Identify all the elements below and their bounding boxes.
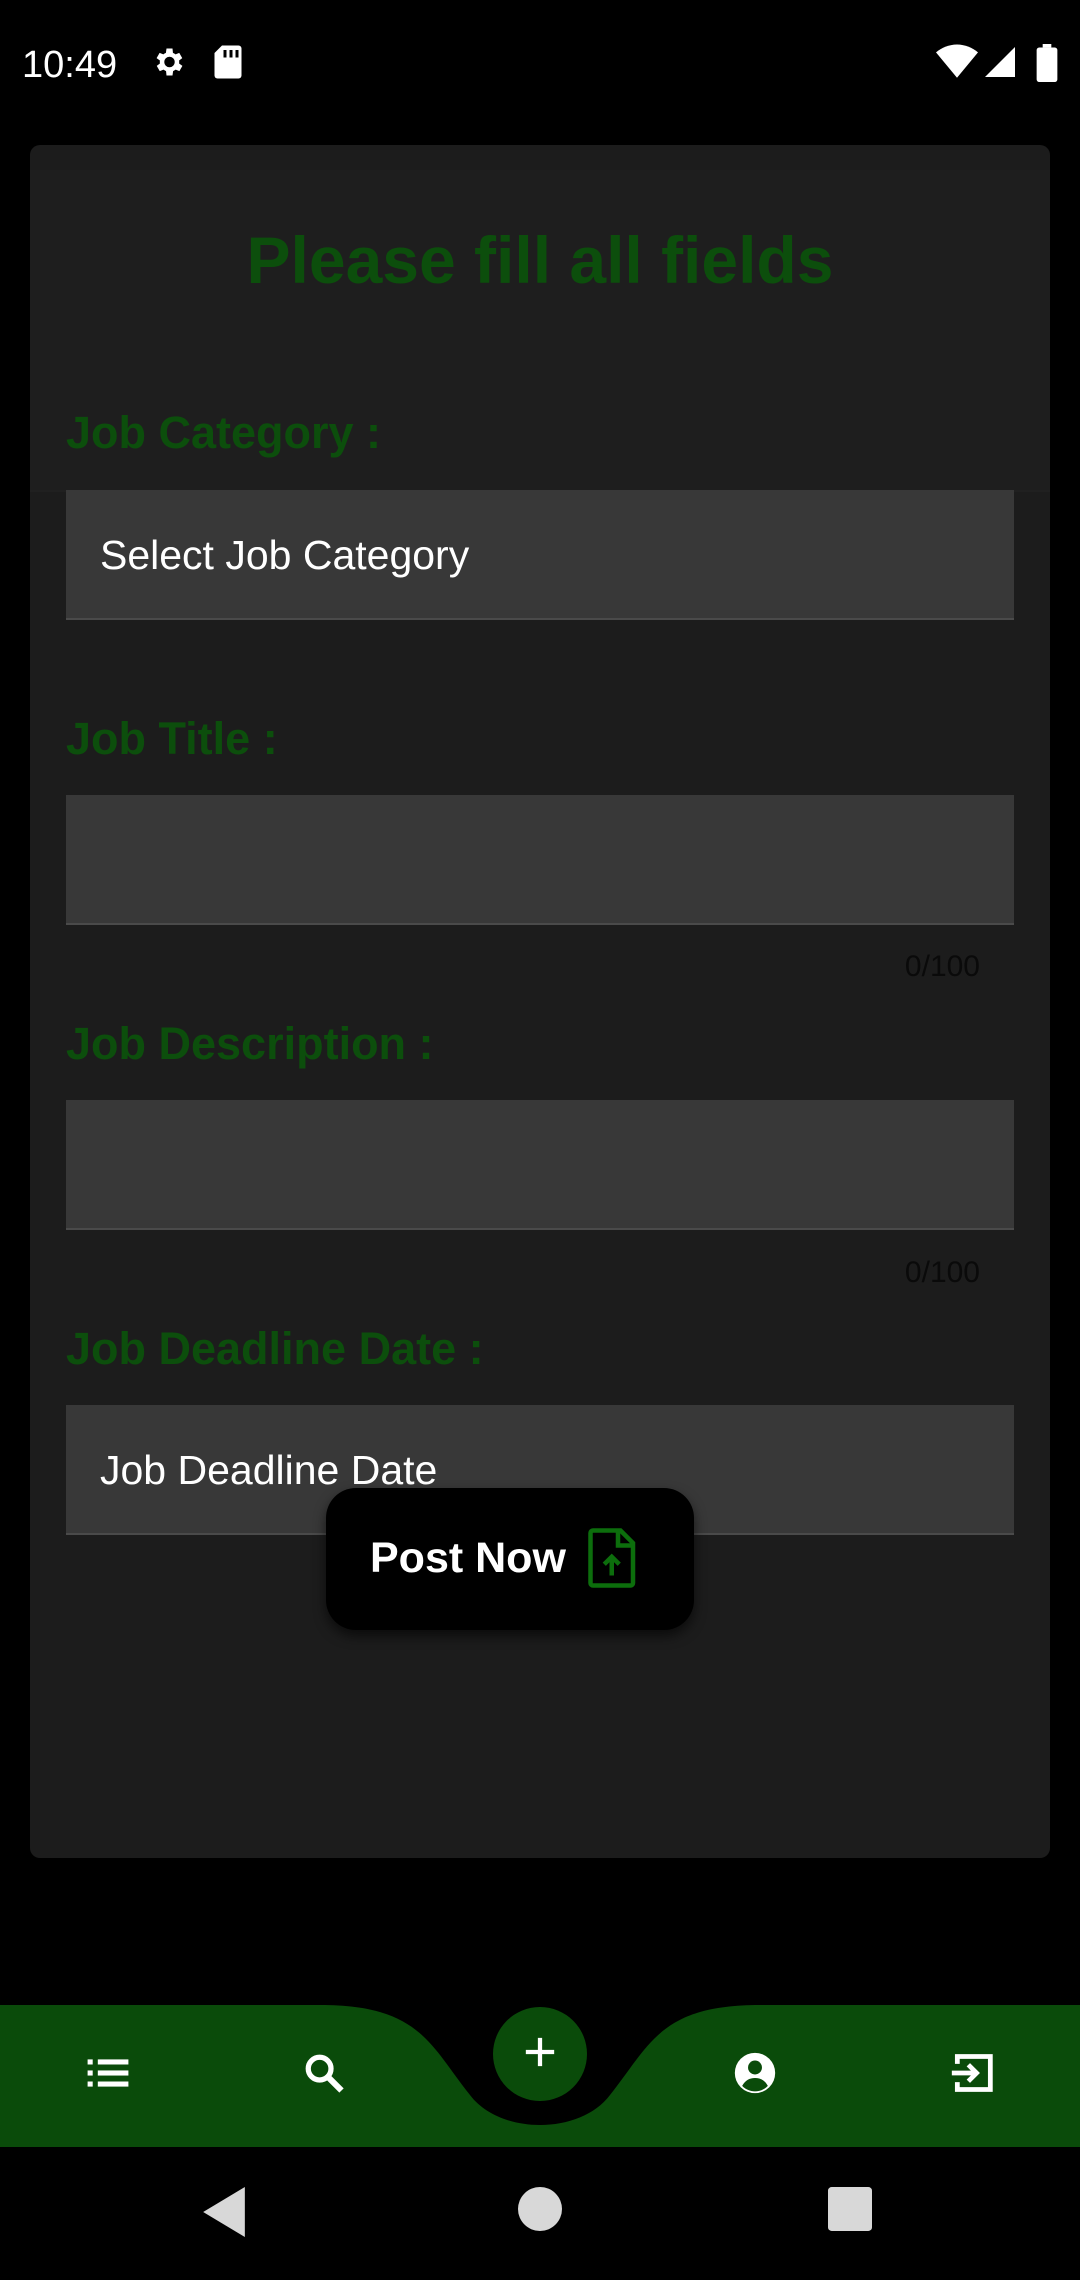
logout-icon <box>950 2052 994 2099</box>
nav-list-button[interactable] <box>78 2045 138 2105</box>
file-upload-icon <box>588 1528 638 1593</box>
job-description-field[interactable] <box>66 1100 1014 1230</box>
job-title-label: Job Title : <box>66 713 278 764</box>
status-time: 10:49 <box>22 44 118 86</box>
account-icon <box>733 2051 777 2100</box>
nav-profile-button[interactable] <box>725 2045 785 2105</box>
job-deadline-value: Job Deadline Date <box>100 1447 438 1493</box>
settings-icon <box>150 44 186 85</box>
job-description-counter: 0/100 <box>904 1256 980 1289</box>
add-job-fab[interactable] <box>493 2007 587 2101</box>
status-bar: 10:49 <box>0 0 1080 140</box>
job-description-input[interactable] <box>66 1100 1014 1228</box>
post-now-button[interactable]: Post Now <box>326 1488 694 1630</box>
battery-icon <box>1036 44 1058 87</box>
add-icon <box>523 2035 557 2074</box>
signal-icon <box>982 44 1018 85</box>
nav-logout-button[interactable] <box>942 2045 1002 2105</box>
back-icon[interactable] <box>202 2187 246 2242</box>
search-icon <box>303 2052 345 2099</box>
job-title-counter: 0/100 <box>904 950 980 983</box>
page-title: Please fill all fields <box>246 223 834 297</box>
sd-card-icon <box>212 44 244 85</box>
job-description-label: Job Description : <box>66 1018 434 1069</box>
job-deadline-label: Job Deadline Date : <box>66 1323 484 1374</box>
home-icon[interactable] <box>518 2187 562 2236</box>
system-navigation-bar <box>0 2147 1080 2280</box>
recents-icon[interactable] <box>828 2187 872 2236</box>
wifi-icon <box>936 44 978 85</box>
job-category-label: Job Category : <box>66 407 382 458</box>
post-now-label: Post Now <box>370 1534 566 1582</box>
job-title-field[interactable] <box>66 795 1014 925</box>
job-category-dropdown[interactable]: Select Job Category <box>66 490 1014 620</box>
job-category-value: Select Job Category <box>100 532 470 578</box>
nav-search-button[interactable] <box>294 2045 354 2105</box>
list-icon <box>87 2056 129 2095</box>
job-title-input[interactable] <box>66 795 1014 923</box>
